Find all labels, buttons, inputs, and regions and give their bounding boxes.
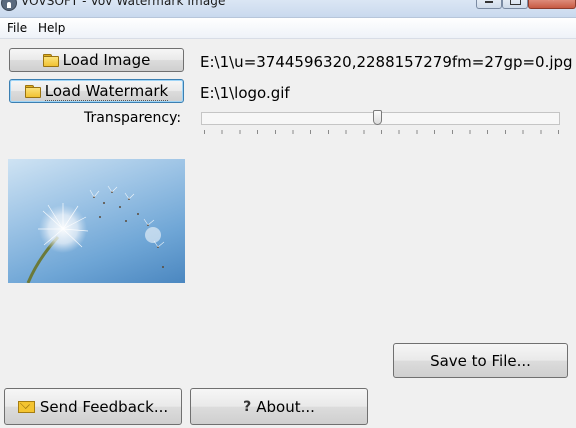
folder-icon [24, 85, 41, 98]
save-to-file-label: Save to File... [430, 351, 531, 370]
dandelion-image [26, 185, 165, 283]
image-preview [8, 159, 185, 283]
slider-ticks [204, 130, 559, 134]
slider-thumb[interactable] [373, 110, 382, 125]
envelope-icon [17, 400, 35, 413]
about-button[interactable]: ? About... [190, 388, 368, 425]
about-label: About... [256, 397, 315, 416]
load-watermark-label: Load Watermark [44, 81, 169, 101]
close-button[interactable] [528, 0, 576, 9]
send-feedback-button[interactable]: Send Feedback... [4, 388, 182, 425]
load-watermark-button[interactable]: Load Watermark [9, 79, 184, 103]
send-feedback-label: Send Feedback... [39, 397, 169, 416]
maximize-button[interactable] [502, 0, 528, 9]
load-image-button[interactable]: Load Image [9, 48, 184, 72]
image-path: E:\1\u=3744596320,2288157279fm=27gp=0.jp… [200, 53, 573, 71]
help-icon: ? [243, 398, 252, 415]
save-to-file-button[interactable]: Save to File... [393, 343, 568, 378]
minimize-button[interactable] [476, 0, 502, 9]
watermark-path: E:\1\logo.gif [200, 84, 290, 102]
transparency-slider[interactable] [201, 110, 561, 136]
load-image-label: Load Image [62, 51, 151, 69]
menu-help[interactable]: Help [38, 21, 65, 35]
menu-bar: File Help [0, 18, 576, 39]
menu-file[interactable]: File [7, 21, 27, 35]
folder-icon [42, 54, 59, 67]
title-bar: VOVSOFT - Vov Watermark Image [0, 0, 576, 18]
window-title: VOVSOFT - Vov Watermark Image [21, 0, 226, 8]
transparency-label: Transparency: [84, 110, 182, 126]
app-icon[interactable] [1, 0, 17, 11]
